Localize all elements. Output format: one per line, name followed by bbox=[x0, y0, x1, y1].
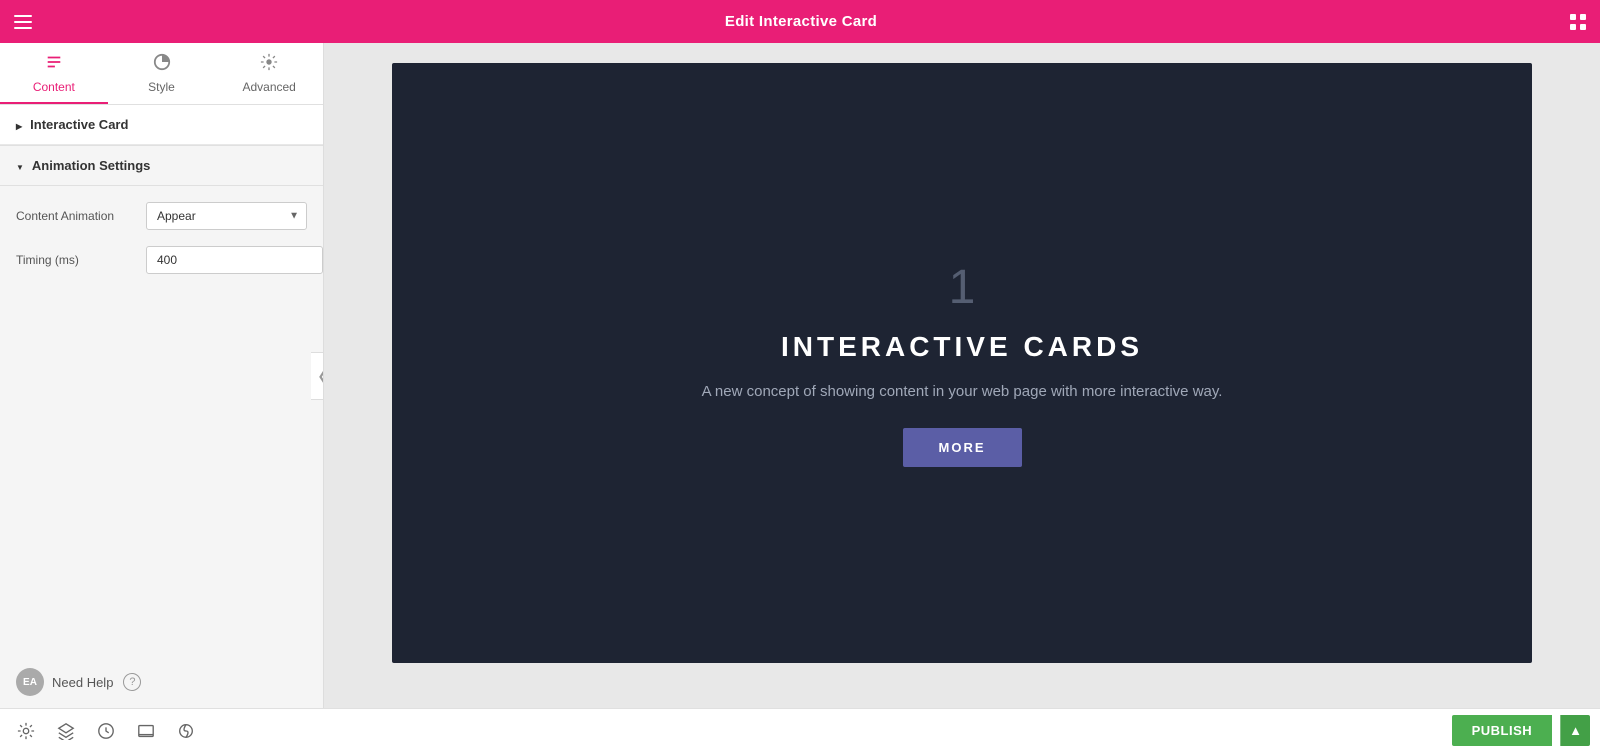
need-help-label: Need Help bbox=[52, 675, 113, 690]
timing-row: Timing (ms) bbox=[16, 246, 307, 274]
help-question-icon[interactable]: ? bbox=[123, 673, 141, 691]
section-expanded-icon bbox=[16, 158, 24, 173]
timing-input[interactable] bbox=[146, 246, 323, 274]
bottom-bar: PUBLISH ▲ bbox=[0, 708, 1600, 752]
main-layout: Content Style Advanced bbox=[0, 43, 1600, 708]
settings-icon[interactable] bbox=[10, 715, 42, 747]
content-animation-select-wrapper: Appear Fade Slide Zoom ▼ bbox=[146, 202, 307, 230]
section-collapsed-icon bbox=[16, 117, 22, 132]
content-animation-select[interactable]: Appear Fade Slide Zoom bbox=[146, 202, 307, 230]
card-preview: 1 INTERACTIVE CARDS A new concept of sho… bbox=[392, 63, 1532, 663]
ea-badge: EA bbox=[16, 668, 44, 696]
publish-button[interactable]: PUBLISH bbox=[1452, 715, 1553, 746]
header-title: Edit Interactive Card bbox=[725, 13, 877, 30]
menu-icon[interactable] bbox=[14, 15, 32, 29]
spacer bbox=[0, 298, 323, 656]
history-icon[interactable] bbox=[90, 715, 122, 747]
content-tab-icon bbox=[45, 53, 63, 76]
animation-settings-header[interactable]: Animation Settings bbox=[0, 146, 323, 186]
need-help-section[interactable]: EA Need Help ? bbox=[0, 656, 323, 708]
card-title: INTERACTIVE CARDS bbox=[781, 331, 1143, 363]
tab-style[interactable]: Style bbox=[108, 43, 216, 104]
responsive-icon[interactable] bbox=[130, 715, 162, 747]
style-tab-icon bbox=[153, 53, 171, 76]
sidebar-collapse-handle[interactable] bbox=[311, 352, 324, 400]
publish-arrow-button[interactable]: ▲ bbox=[1560, 715, 1590, 746]
timing-label: Timing (ms) bbox=[16, 253, 146, 267]
card-description: A new concept of showing content in your… bbox=[702, 383, 1223, 400]
tab-advanced[interactable]: Advanced bbox=[215, 43, 323, 104]
preview-icon[interactable] bbox=[170, 715, 202, 747]
animation-settings-label: Animation Settings bbox=[32, 158, 150, 173]
tab-content[interactable]: Content bbox=[0, 43, 108, 104]
content-animation-label: Content Animation bbox=[16, 209, 146, 223]
header: Edit Interactive Card bbox=[0, 0, 1600, 43]
card-number: 1 bbox=[949, 260, 976, 315]
sidebar: Content Style Advanced bbox=[0, 43, 324, 708]
layers-icon[interactable] bbox=[50, 715, 82, 747]
tab-style-label: Style bbox=[148, 80, 175, 94]
content-animation-row: Content Animation Appear Fade Slide Zoom… bbox=[16, 202, 307, 230]
card-more-button[interactable]: MORE bbox=[903, 428, 1022, 467]
grid-icon[interactable] bbox=[1570, 14, 1586, 30]
interactive-card-section-label: Interactive Card bbox=[30, 117, 128, 132]
preview-area: 1 INTERACTIVE CARDS A new concept of sho… bbox=[324, 43, 1600, 708]
tab-advanced-label: Advanced bbox=[242, 80, 295, 94]
animation-settings-body: Content Animation Appear Fade Slide Zoom… bbox=[0, 186, 323, 298]
tab-content-label: Content bbox=[33, 80, 75, 94]
interactive-card-section-header[interactable]: Interactive Card bbox=[0, 105, 323, 145]
tabs-bar: Content Style Advanced bbox=[0, 43, 323, 105]
advanced-tab-icon bbox=[260, 53, 278, 76]
